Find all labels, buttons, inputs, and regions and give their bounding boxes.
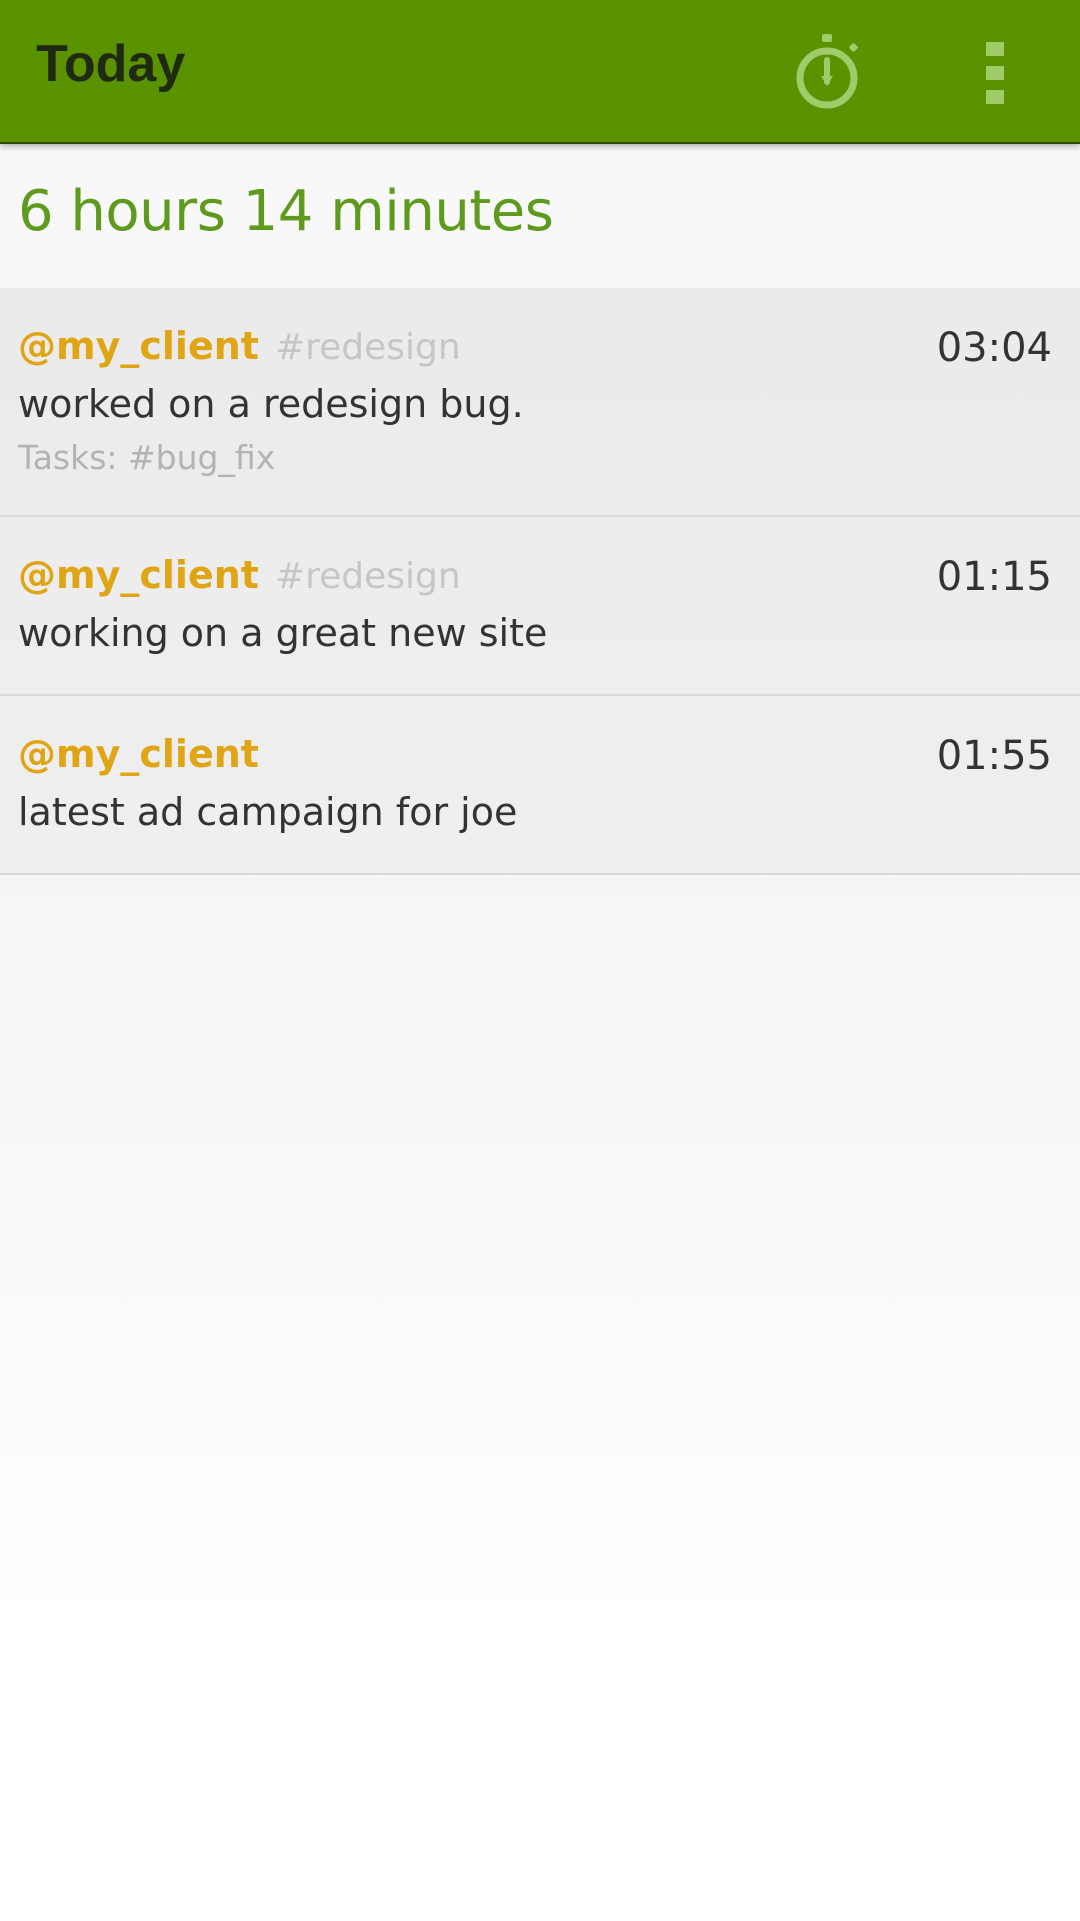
entry-client: @my_client <box>18 732 259 776</box>
entry-client: @my_client <box>18 553 259 597</box>
entry-client-line: @my_client <box>18 732 259 776</box>
entry-duration: 03:04 <box>936 325 1052 371</box>
entry-duration: 01:55 <box>936 733 1052 779</box>
entry-client: @my_client <box>18 324 259 368</box>
entry-description: latest ad campaign for joe <box>18 790 518 834</box>
entry-client-line: @my_client #redesign <box>18 553 461 597</box>
entry-project: #redesign <box>274 327 461 368</box>
stopwatch-icon <box>796 34 858 109</box>
daily-total-header: 6 hours 14 minutes <box>0 146 1080 288</box>
time-entry[interactable]: @my_client 01:55 latest ad campaign for … <box>0 696 1080 875</box>
time-entry[interactable]: @my_client #redesign 03:04 worked on a re… <box>0 288 1080 517</box>
daily-total: 6 hours 14 minutes <box>18 179 554 244</box>
timer-button[interactable] <box>790 30 864 114</box>
overflow-menu-icon <box>986 42 1004 104</box>
entry-description: working on a great new site <box>18 611 548 655</box>
page-title: Today <box>36 35 186 93</box>
entry-description: worked on a redesign bug. <box>18 382 524 426</box>
time-entry[interactable]: @my_client #redesign 01:15 working on a g… <box>0 517 1080 696</box>
entry-client-line: @my_client #redesign <box>18 324 461 368</box>
entry-project: #redesign <box>274 556 461 597</box>
time-entry-list: @my_client #redesign 03:04 worked on a re… <box>0 288 1080 875</box>
entry-duration: 01:15 <box>936 554 1052 600</box>
entry-tasks: Tasks: #bug_fix <box>18 438 276 477</box>
overflow-menu-button[interactable] <box>980 40 1012 108</box>
action-bar: Today <box>0 0 1080 144</box>
